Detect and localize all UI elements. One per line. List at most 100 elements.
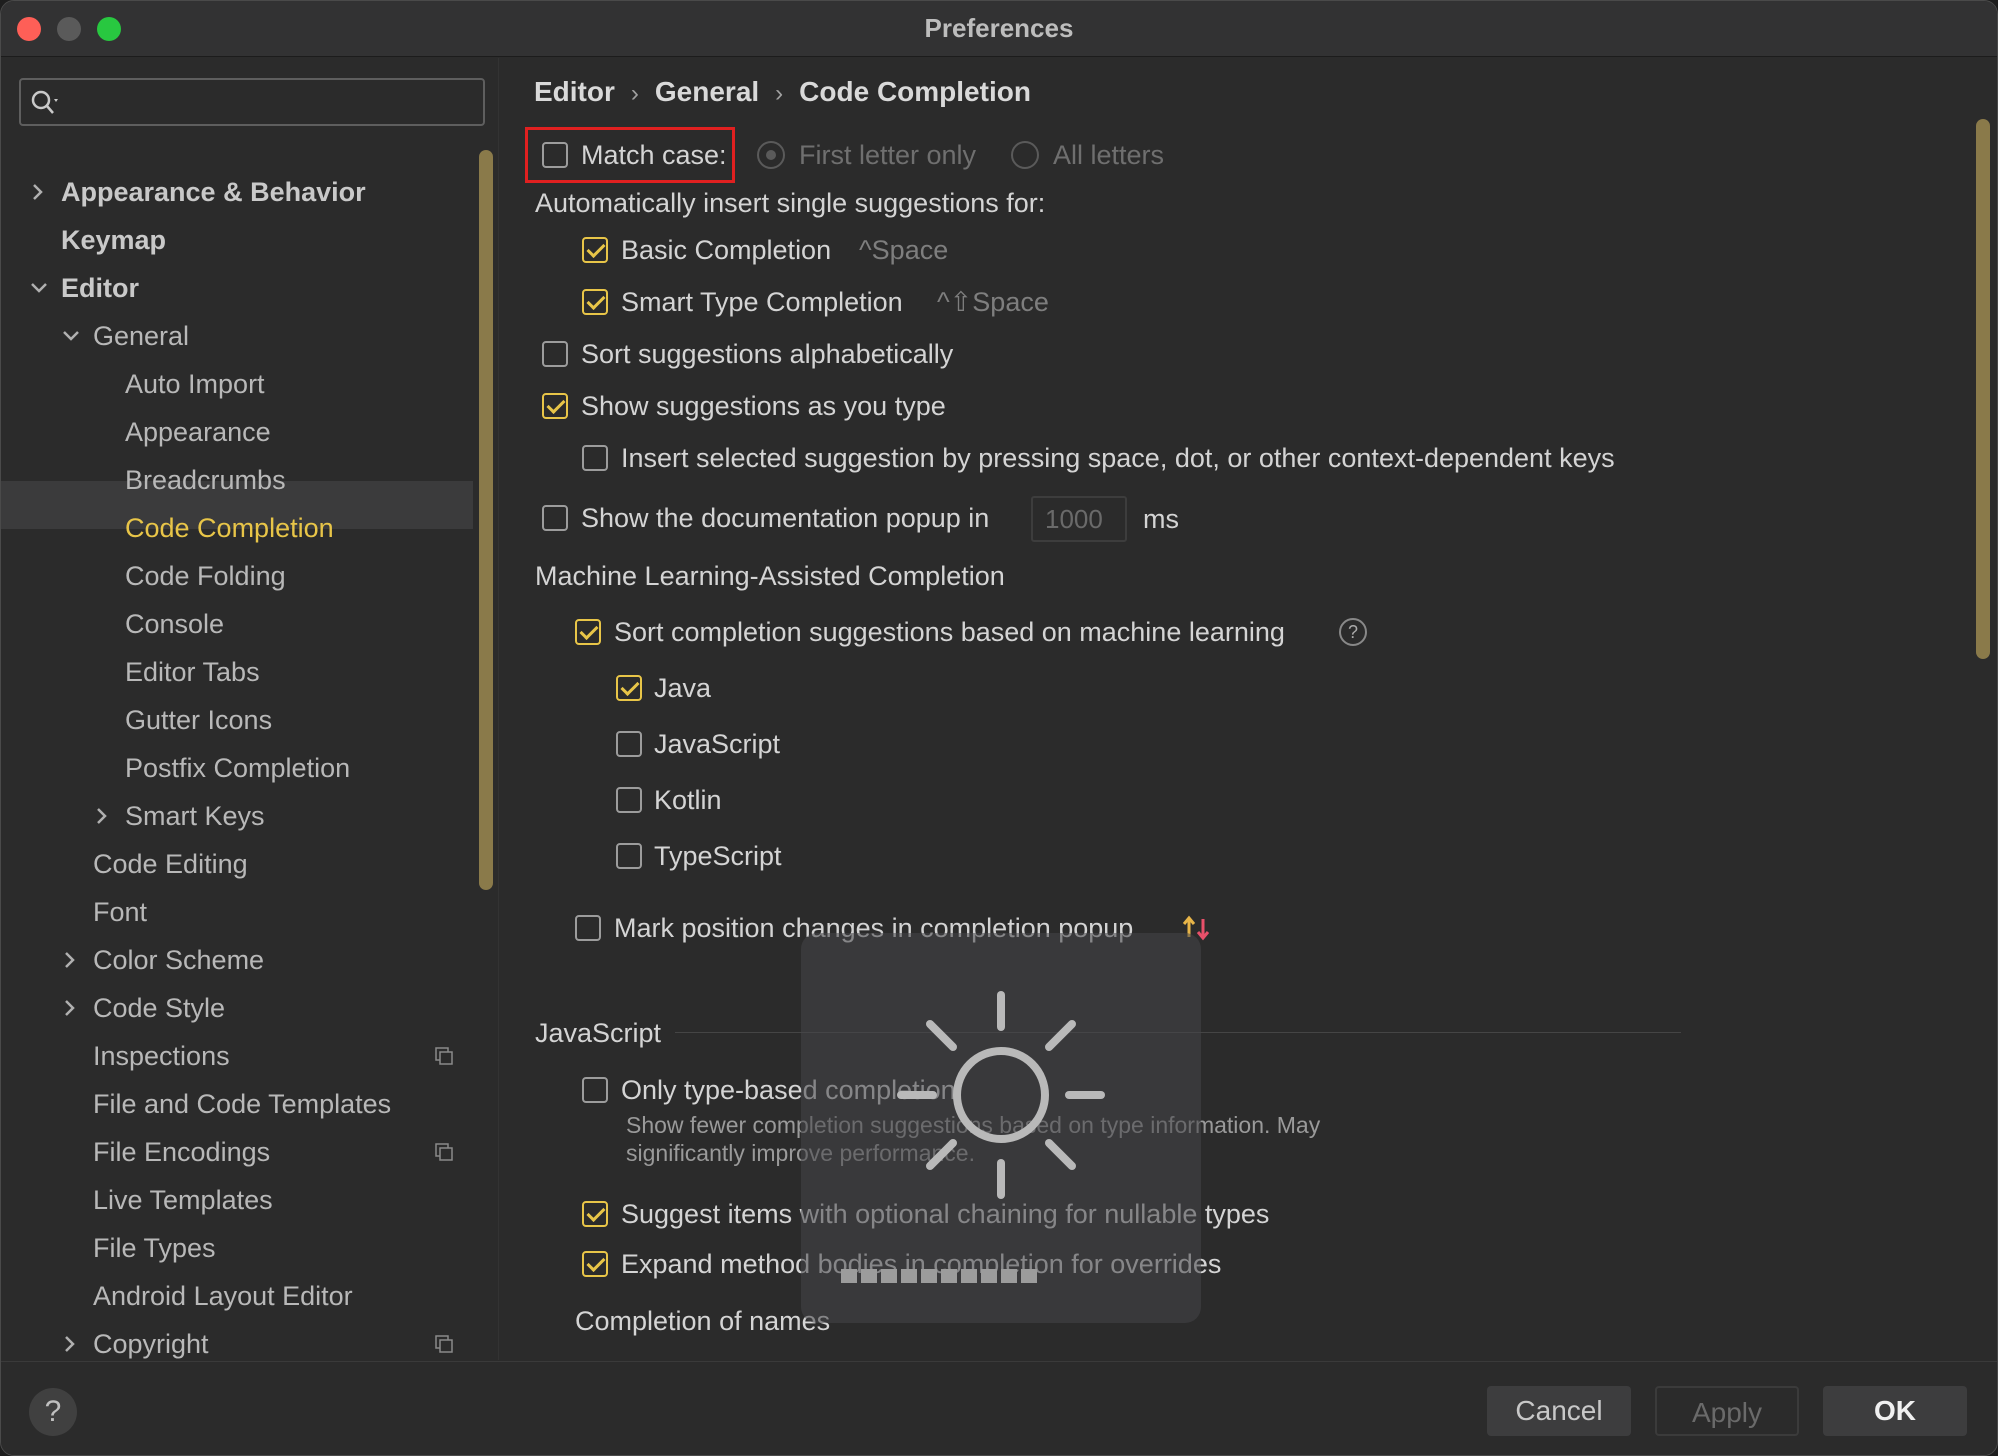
tree-item-label: Color Scheme [93,945,265,975]
chevron-right-icon [29,168,53,216]
tree-item-color-scheme[interactable]: Color Scheme [61,936,461,984]
tree-item-label: Appearance & Behavior [61,177,366,207]
tree-item-gutter-icons[interactable]: Gutter Icons [125,696,272,744]
tree-item-label: Code Style [93,993,226,1023]
settings-scrollbar[interactable] [1976,119,1990,659]
ml-typescript-label: TypeScript [654,841,782,871]
sort-alpha-label: Sort suggestions alphabetically [581,339,954,369]
tree-item-postfix-completion[interactable]: Postfix Completion [125,744,350,792]
insert-selected-checkbox[interactable] [582,445,608,471]
match-case-checkbox[interactable] [542,142,568,168]
chevron-right-icon [61,936,85,984]
show-as-type-checkbox[interactable] [542,393,568,419]
chevron-right-icon [61,984,85,1032]
tree-item-inspections[interactable]: Inspections [93,1032,230,1080]
tree-item-label: General [93,321,190,351]
tree-item-keymap[interactable]: Keymap [61,216,166,264]
match-case-label: Match case: [581,140,727,170]
tree-item-console[interactable]: Console [125,600,224,648]
tree-item-appearance[interactable]: Appearance [125,408,271,456]
dialog-footer: ? Cancel Apply OK [1,1361,1997,1455]
help-button[interactable]: ? [29,1388,77,1436]
brightness-level-bar [841,1269,1161,1283]
tree-item-auto-import[interactable]: Auto Import [125,360,265,408]
tree-item-font[interactable]: Font [93,888,147,936]
chevron-right-icon: › [630,80,639,107]
show-as-type-label: Show suggestions as you type [581,391,946,421]
chevron-down-icon [61,312,85,360]
project-settings-icon [435,1047,453,1065]
tree-item-general[interactable]: General [61,312,461,360]
doc-popup-label: Show the documentation popup in [581,503,990,533]
settings-search-input[interactable] [19,78,485,126]
doc-popup-checkbox[interactable] [542,505,568,531]
tree-item-file-code-templates[interactable]: File and Code Templates [93,1080,391,1128]
help-icon[interactable]: ? [1339,618,1367,646]
all-letters-radio[interactable] [1011,141,1039,169]
basic-completion-checkbox[interactable] [582,237,608,263]
breadcrumb-item[interactable]: General [655,76,759,107]
chevron-down-icon [29,264,53,312]
preferences-window: Preferences Appearance & Behavior Keymap… [0,0,1998,1456]
ml-javascript-checkbox[interactable] [616,731,642,757]
tree-item-editor[interactable]: Editor [29,264,469,312]
ok-button[interactable]: OK [1823,1386,1967,1436]
brightness-icon [897,991,1105,1199]
project-settings-icon [435,1335,453,1353]
search-icon [31,90,58,114]
settings-sidebar: Appearance & Behavior Keymap Editor Gene… [1,58,499,1360]
breadcrumb-item: Code Completion [799,76,1031,107]
basic-completion-label: Basic Completion [621,235,832,265]
title-bar: Preferences [1,1,1997,57]
auto-insert-heading: Automatically insert single suggestions … [535,188,1046,218]
ml-java-checkbox[interactable] [616,675,642,701]
window-title: Preferences [924,13,1074,43]
sort-alpha-checkbox[interactable] [542,341,568,367]
first-letter-label: First letter only [799,140,977,170]
ml-kotlin-checkbox[interactable] [616,787,642,813]
tree-item-file-encodings[interactable]: File Encodings [93,1128,270,1176]
javascript-heading: JavaScript [535,1018,662,1048]
tree-item-label: Smart Keys [125,801,265,831]
tree-item-smart-keys[interactable]: Smart Keys [93,792,453,840]
smart-type-shortcut: ^⇧Space [937,287,1049,317]
tree-item-file-types[interactable]: File Types [93,1224,216,1272]
ml-heading: Machine Learning-Assisted Completion [535,561,1005,591]
tree-item-live-templates[interactable]: Live Templates [93,1176,273,1224]
breadcrumb-item[interactable]: Editor [534,76,615,107]
brightness-overlay [801,933,1201,1323]
tree-item-editor-tabs[interactable]: Editor Tabs [125,648,260,696]
mark-position-checkbox[interactable] [575,915,601,941]
insert-selected-label: Insert selected suggestion by pressing s… [621,443,1615,473]
smart-type-label: Smart Type Completion [621,287,903,317]
smart-type-checkbox[interactable] [582,289,608,315]
expand-method-checkbox[interactable] [582,1251,608,1277]
tree-item-code-editing[interactable]: Code Editing [93,840,248,888]
tree-item-breadcrumbs[interactable]: Breadcrumbs [125,456,286,504]
cancel-button[interactable]: Cancel [1487,1386,1631,1436]
project-settings-icon [435,1143,453,1161]
tree-item-label: Editor [61,273,139,303]
doc-popup-unit: ms [1143,504,1179,534]
doc-popup-delay-input[interactable]: 1000 [1031,496,1127,542]
tree-item-code-folding[interactable]: Code Folding [125,552,286,600]
chevron-right-icon [93,792,117,840]
optional-chaining-checkbox[interactable] [582,1201,608,1227]
ml-sort-checkbox[interactable] [575,619,601,645]
tree-item-appearance-behavior[interactable]: Appearance & Behavior [29,168,469,216]
all-letters-label: All letters [1053,140,1165,170]
tree-item-code-style[interactable]: Code Style [61,984,461,1032]
only-type-based-checkbox[interactable] [582,1077,608,1103]
sidebar-scrollbar[interactable] [479,150,493,890]
tree-item-android-layout-editor[interactable]: Android Layout Editor [93,1272,353,1320]
ml-sort-label: Sort completion suggestions based on mac… [614,617,1285,647]
breadcrumb: Editor › General › Code Completion [534,72,1031,112]
first-letter-radio[interactable] [757,141,785,169]
chevron-right-icon: › [775,80,784,107]
ml-javascript-label: JavaScript [654,729,781,759]
apply-button[interactable]: Apply [1655,1386,1799,1436]
completion-names-heading: Completion of names [575,1306,831,1336]
basic-completion-shortcut: ^Space [859,235,949,265]
ml-typescript-checkbox[interactable] [616,843,642,869]
tree-item-code-completion[interactable]: Code Completion [125,504,334,552]
